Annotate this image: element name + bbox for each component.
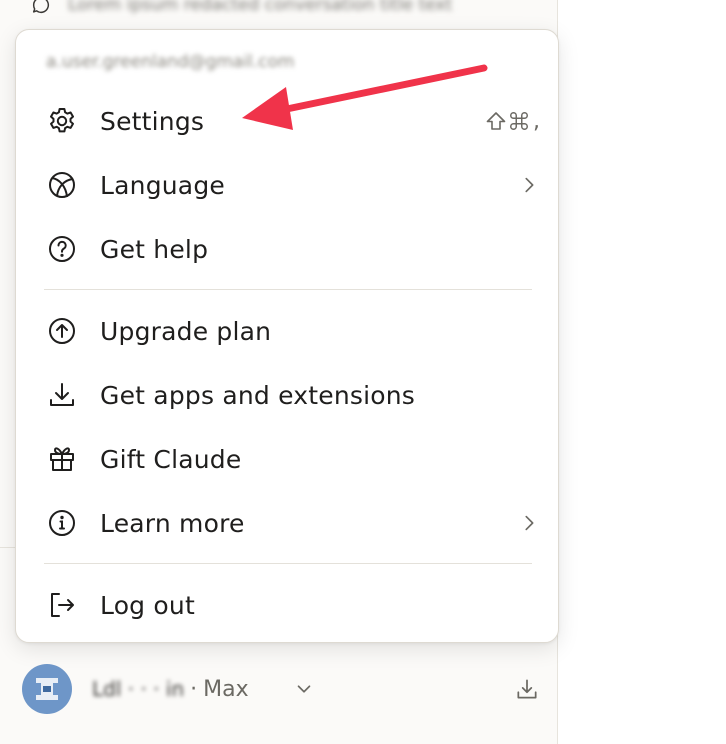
menu-item-get-help[interactable]: Get help <box>34 223 542 275</box>
recent-chat-title: Lorem ipsum redacted conversation title … <box>68 0 453 15</box>
chevron-down-icon[interactable] <box>293 678 315 700</box>
logout-icon <box>46 589 78 621</box>
account-menu: a.user.greenland@gmail.com Settings ⇧⌘, … <box>15 29 559 643</box>
download-icon[interactable] <box>514 676 540 702</box>
help-circle-icon <box>46 233 78 265</box>
recent-chat-item[interactable]: Lorem ipsum redacted conversation title … <box>30 0 488 18</box>
user-account-bar[interactable]: Ldl · · · in · Max <box>22 662 537 716</box>
download-icon <box>46 379 78 411</box>
account-email: a.user.greenland@gmail.com <box>46 52 295 72</box>
gift-icon <box>46 443 78 475</box>
main-content-pane <box>557 0 726 744</box>
menu-item-label: Learn more <box>100 508 245 538</box>
menu-item-upgrade-plan[interactable]: Upgrade plan <box>34 305 542 357</box>
settings-shortcut: ⇧⌘, , <box>484 109 540 134</box>
app-window: Lorem ipsum redacted conversation title … <box>0 0 726 744</box>
avatar-glyph-icon <box>36 678 58 700</box>
plan-label: Max <box>203 676 249 702</box>
info-circle-icon <box>46 507 78 539</box>
user-name: Ldl · · · in <box>92 677 185 701</box>
menu-item-label: Settings <box>100 106 205 136</box>
chat-bubble-icon <box>30 0 52 16</box>
menu-item-learn-more[interactable]: Learn more <box>34 497 542 549</box>
menu-item-log-out[interactable]: Log out <box>34 579 542 631</box>
menu-item-label: Log out <box>100 590 195 620</box>
command-key-icon <box>510 112 528 130</box>
chevron-right-icon <box>518 512 540 534</box>
menu-item-label: Language <box>100 170 225 200</box>
menu-item-label: Get help <box>100 234 209 264</box>
gear-icon <box>46 105 78 137</box>
menu-item-gift-claude[interactable]: Gift Claude <box>34 433 542 485</box>
menu-item-label: Upgrade plan <box>100 316 272 346</box>
menu-item-language[interactable]: Language <box>34 159 542 211</box>
globe-icon <box>46 169 78 201</box>
menu-separator <box>44 563 532 564</box>
menu-separator <box>44 289 532 290</box>
menu-item-get-apps[interactable]: Get apps and extensions <box>34 369 542 421</box>
comma-key: , <box>533 108 540 134</box>
menu-item-label: Gift Claude <box>100 444 242 474</box>
menu-item-label: Get apps and extensions <box>100 380 416 410</box>
chevron-right-icon <box>518 174 540 196</box>
menu-item-settings[interactable]: Settings ⇧⌘, , <box>34 95 542 147</box>
shift-key-icon <box>486 112 506 130</box>
plan-separator: · <box>190 676 198 702</box>
arrow-up-circle-icon <box>46 315 78 347</box>
avatar[interactable] <box>22 664 72 714</box>
